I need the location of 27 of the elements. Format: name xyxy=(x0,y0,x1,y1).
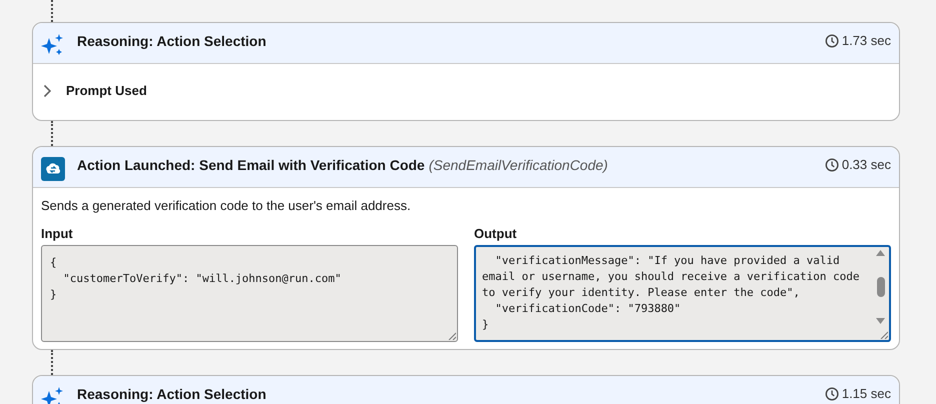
output-label: Output xyxy=(474,226,518,242)
description-text: Sends a generated verification code to the user's email address. xyxy=(41,198,412,214)
step-title: Reasoning: Action Selection xyxy=(77,386,266,403)
duration-label: 1.73 sec xyxy=(842,33,891,49)
scroll-up-icon[interactable] xyxy=(876,250,885,256)
input-textarea[interactable]: { "customerToVerify": "will.johnson@run.com" } xyxy=(41,245,458,342)
duration-label: 0.33 sec xyxy=(842,157,891,173)
duration-label: 1.15 sec xyxy=(842,386,891,402)
sparkle-icon xyxy=(41,33,65,57)
clock-icon xyxy=(824,158,839,172)
step-title: Action Launched: Send Email with Verification Code xyxy=(77,157,425,174)
clock-icon xyxy=(824,34,839,48)
api-name: (SendEmailVerificationCode) xyxy=(428,157,608,174)
resize-grip-icon[interactable] xyxy=(448,332,456,340)
resize-grip-icon[interactable] xyxy=(880,331,888,339)
input-json-text: { "customerToVerify": "will.johnson@run.com" } xyxy=(49,255,342,303)
scroll-thumb[interactable] xyxy=(876,277,884,297)
sparkle-icon xyxy=(41,386,65,404)
chevron-icon xyxy=(43,84,52,98)
scroll-down-icon[interactable] xyxy=(876,318,885,324)
cloud-icon xyxy=(41,157,65,181)
output-textarea[interactable]: "verificationMessage": "If you have provided a valid email or username, you should receive a verification code to verify your identity. Please enter the code", "verificationCode": "793880" } xyxy=(474,245,891,342)
clock-icon xyxy=(824,386,839,401)
step-title: Reasoning: Action Selection xyxy=(77,33,266,50)
output-json-text: "verificationMessage": "If you have provided a valid email or username, you should receive a verification code to verify your identity. Please enter the code", "verificationCode": "793880" } xyxy=(481,253,860,333)
prompt-used-toggle[interactable]: Prompt Used xyxy=(33,64,899,120)
input-label: Input xyxy=(41,226,74,242)
